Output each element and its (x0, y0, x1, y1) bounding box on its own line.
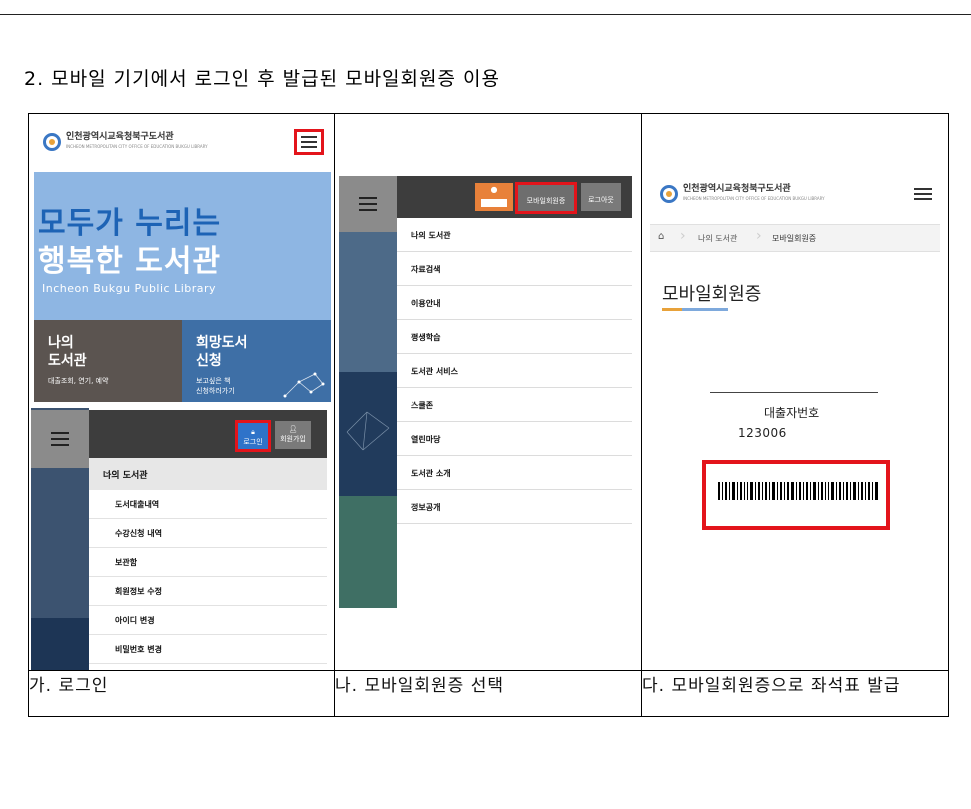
panel-select-mobile-card: ● 모바일회원증 로그아웃 나의 도서관 › 자료검색 › 이용안내 › 평생학… (334, 113, 642, 671)
side-drawer: 🔒︎ 로그인 👤︎ 회원가입 나의 도서관 ⌄ 도서대출내역 › 수강신청 내역… (89, 408, 327, 670)
caption-login: 가. 로그인 (28, 670, 335, 717)
user-icon: ● (490, 185, 498, 194)
list-item-label: 회원정보 수정 (115, 587, 162, 596)
list-item[interactable]: 회원정보 수정 (89, 577, 327, 606)
menu-item[interactable]: 스쿨존 › (397, 388, 632, 422)
login-label: 로그인 (243, 438, 263, 446)
list-item-label: 비밀번호 변경 (115, 645, 162, 654)
breadcrumb: ⌂ › 나의 도서관 › 모바일회원증 (650, 224, 940, 252)
library-name-en: INCHEON METROPOLITAN CITY OFFICE OF EDUC… (66, 144, 208, 149)
menu-drawer-screen: ● 모바일회원증 로그아웃 나의 도서관 › 자료검색 › 이용안내 › 평생학… (339, 176, 632, 608)
page-heading: 2. 모바일 기기에서 로그인 후 발급된 모바일회원증 이용 (24, 68, 500, 90)
library-logo: 인천광역시교육청북구도서관 INCHEON METROPOLITAN CITY … (660, 184, 825, 204)
menu-item[interactable]: 나의 도서관 › (397, 218, 632, 252)
home-icon[interactable]: ⌂ (658, 231, 664, 242)
list-item[interactable]: 도서대출내역 › (89, 490, 327, 519)
list-item[interactable]: 비밀번호 변경 (89, 635, 327, 664)
chevron-right-icon: › (411, 465, 416, 478)
my-library-card-title: 나의 도서관 (48, 335, 87, 369)
login-button[interactable]: 🔒︎ 로그인 (235, 420, 271, 452)
top-rule (0, 14, 971, 15)
home-screen: 인천광역시교육청북구도서관 INCHEON METROPOLITAN CITY … (29, 114, 334, 404)
caption-issue: 다. 모바일회원증으로 좌석표 발급 (641, 670, 949, 717)
menu-item[interactable]: 평생학습 › (397, 320, 632, 354)
hamburger-menu-icon[interactable] (914, 188, 932, 200)
library-name: 인천광역시교육청북구도서관 (66, 132, 174, 142)
borrower-number-label: 대출자번호 (764, 406, 820, 420)
wish-book-card-title: 희망도서 신청 (196, 335, 248, 369)
my-library-sub-list: 도서대출내역 › 수강신청 내역 보관함 회원정보 수정 아이디 변경 비밀번호 … (89, 490, 327, 664)
chevron-right-icon: › (411, 295, 416, 308)
chevron-right-icon: › (115, 498, 119, 507)
drawer-header: ● 모바일회원증 로그아웃 (397, 176, 632, 218)
logout-label: 로그아웃 (588, 196, 614, 204)
login-drawer-screen: 🔒︎ 로그인 👤︎ 회원가입 나의 도서관 ⌄ 도서대출내역 › 수강신청 내역… (29, 408, 334, 670)
list-item[interactable]: 보관함 (89, 548, 327, 577)
network-decoration-icon (283, 372, 325, 398)
barcode-box (702, 460, 890, 530)
chevron-right-icon: › (411, 329, 416, 342)
chevron-right-icon: › (411, 363, 416, 376)
breadcrumb-current: 모바일회원증 (772, 234, 817, 243)
network-decoration-icon (346, 411, 390, 451)
panel-mobile-card: 인천광역시교육청북구도서관 INCHEON METROPOLITAN CITY … (641, 113, 949, 671)
join-button[interactable]: 👤︎ 회원가입 (275, 421, 311, 449)
menu-item[interactable]: 이용안내 › (397, 286, 632, 320)
barcode-icon (718, 482, 878, 500)
chevron-right-icon: › (411, 431, 416, 444)
library-name: 인천광역시교육청북구도서관 (683, 184, 791, 194)
library-logo: 인천광역시교육청북구도서관 INCHEON METROPOLITAN CITY … (43, 132, 208, 152)
library-emblem-icon (43, 133, 61, 151)
menu-item[interactable]: 자료검색 › (397, 252, 632, 286)
hamburger-menu-icon[interactable] (294, 129, 324, 155)
lock-icon: 🔒︎ (251, 428, 255, 436)
borrower-number: 123006 (738, 426, 787, 440)
chevron-right-icon: › (411, 397, 416, 410)
drawer-backdrop (339, 176, 397, 608)
list-item[interactable]: 수강신청 내역 (89, 519, 327, 548)
user-profile-button[interactable]: ● (475, 183, 513, 211)
drawer-header: 🔒︎ 로그인 👤︎ 회원가입 (89, 410, 327, 458)
wish-book-card-sub: 보고싶은 책 신청하러가기 (196, 377, 235, 395)
chevron-down-icon: ⌄ (103, 466, 112, 477)
drawer-backdrop (31, 408, 89, 670)
library-emblem-icon (660, 185, 678, 203)
caption-select: 나. 모바일회원증 선택 (334, 670, 642, 717)
drawer-hamburger-icon[interactable] (31, 410, 89, 468)
menu-item[interactable]: 열린마당 › (397, 422, 632, 456)
my-library-card[interactable]: 나의 도서관 대출조회, 연기, 예약 (34, 320, 182, 402)
add-user-icon: 👤︎ (288, 425, 298, 433)
hero-english: Incheon Bukgu Public Library (42, 282, 217, 295)
mobile-card-label: 모바일회원증 (526, 197, 566, 205)
side-drawer: ● 모바일회원증 로그아웃 나의 도서관 › 자료검색 › 이용안내 › 평생학… (397, 176, 632, 608)
screenshot-table: 인천광역시교육청북구도서관 INCHEON METROPOLITAN CITY … (28, 113, 949, 717)
join-label: 회원가입 (280, 435, 306, 443)
menu-item[interactable]: 도서관 서비스 › (397, 354, 632, 388)
list-item-label: 아이디 변경 (115, 616, 155, 625)
hero-line-2: 행복한 도서관 (38, 244, 222, 279)
my-library-section[interactable]: 나의 도서관 ⌄ (89, 458, 327, 490)
list-item-label: 수강신청 내역 (115, 529, 162, 538)
chevron-right-icon: › (411, 261, 416, 274)
logout-button[interactable]: 로그아웃 (581, 183, 621, 211)
list-item-label: 보관함 (115, 558, 138, 567)
hero-banner: 모두가 누리는 행복한 도서관 Incheon Bukgu Public Lib… (34, 172, 331, 402)
chevron-right-icon: › (411, 499, 416, 512)
menu-item[interactable]: 정보공개 › (397, 490, 632, 524)
wish-book-card[interactable]: 희망도서 신청 보고싶은 책 신청하러가기 (182, 320, 331, 402)
mobile-card-button[interactable]: 모바일회원증 (515, 182, 577, 214)
my-library-card-sub: 대출조회, 연기, 예약 (48, 377, 109, 385)
drawer-hamburger-icon[interactable] (339, 176, 397, 232)
panel-login: 인천광역시교육청북구도서관 INCHEON METROPOLITAN CITY … (28, 113, 335, 671)
chevron-right-icon: › (411, 227, 416, 240)
library-name-en: INCHEON METROPOLITAN CITY OFFICE OF EDUC… (683, 196, 825, 201)
main-menu-list: 나의 도서관 › 자료검색 › 이용안내 › 평생학습 › 도서관 서비스 › 스쿨존 › … (397, 218, 632, 524)
page-title: 모바일회원증 (662, 284, 762, 305)
menu-item[interactable]: 도서관 소개 › (397, 456, 632, 490)
list-item[interactable]: 아이디 변경 (89, 606, 327, 635)
breadcrumb-item[interactable]: 나의 도서관 (698, 233, 737, 244)
mobile-card-screen: 인천광역시교육청북구도서관 INCHEON METROPOLITAN CITY … (650, 172, 940, 642)
